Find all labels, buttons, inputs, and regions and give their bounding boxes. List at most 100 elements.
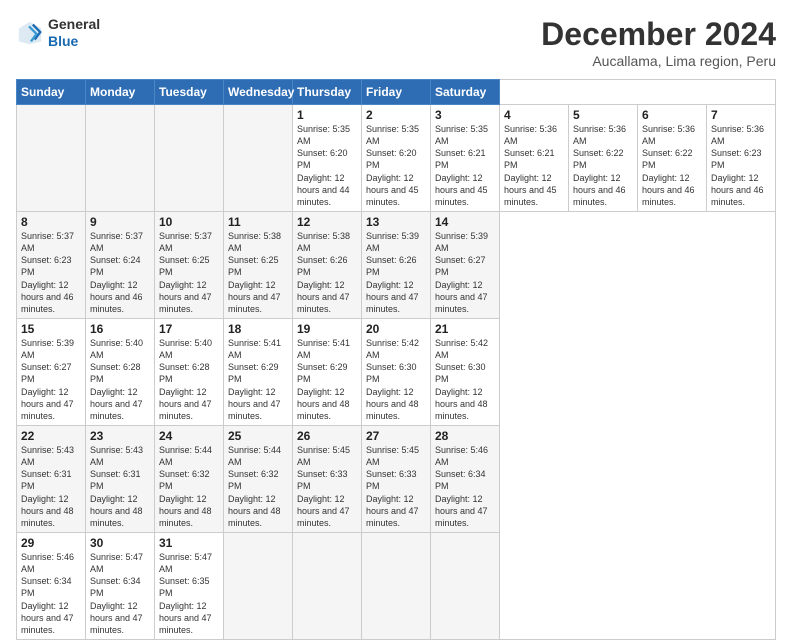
- day-info: Sunrise: 5:40 AM Sunset: 6:28 PM Dayligh…: [159, 337, 219, 422]
- calendar-cell: [293, 532, 362, 639]
- calendar-cell: [155, 105, 224, 212]
- calendar-cell: 29 Sunrise: 5:46 AM Sunset: 6:34 PM Dayl…: [17, 532, 86, 639]
- page: General Blue December 2024 Aucallama, Li…: [0, 0, 792, 612]
- day-number: 16: [90, 322, 150, 336]
- day-info: Sunrise: 5:43 AM Sunset: 6:31 PM Dayligh…: [90, 444, 150, 529]
- calendar-table: SundayMondayTuesdayWednesdayThursdayFrid…: [16, 79, 776, 640]
- day-info: Sunrise: 5:44 AM Sunset: 6:32 PM Dayligh…: [159, 444, 219, 529]
- calendar-cell: 9 Sunrise: 5:37 AM Sunset: 6:24 PM Dayli…: [86, 211, 155, 318]
- logo: General Blue: [16, 16, 100, 50]
- calendar-cell: 22 Sunrise: 5:43 AM Sunset: 6:31 PM Dayl…: [17, 425, 86, 532]
- day-info: Sunrise: 5:36 AM Sunset: 6:22 PM Dayligh…: [573, 123, 633, 208]
- day-number: 19: [297, 322, 357, 336]
- calendar-week-5: 29 Sunrise: 5:46 AM Sunset: 6:34 PM Dayl…: [17, 532, 776, 639]
- calendar-header-monday: Monday: [86, 80, 155, 105]
- calendar-cell: [431, 532, 500, 639]
- calendar-cell: 21 Sunrise: 5:42 AM Sunset: 6:30 PM Dayl…: [431, 318, 500, 425]
- day-info: Sunrise: 5:46 AM Sunset: 6:34 PM Dayligh…: [435, 444, 495, 529]
- calendar-header-tuesday: Tuesday: [155, 80, 224, 105]
- day-info: Sunrise: 5:35 AM Sunset: 6:20 PM Dayligh…: [297, 123, 357, 208]
- day-number: 28: [435, 429, 495, 443]
- logo-text: General Blue: [48, 16, 100, 50]
- day-info: Sunrise: 5:41 AM Sunset: 6:29 PM Dayligh…: [297, 337, 357, 422]
- day-info: Sunrise: 5:45 AM Sunset: 6:33 PM Dayligh…: [366, 444, 426, 529]
- day-number: 17: [159, 322, 219, 336]
- calendar-cell: 10 Sunrise: 5:37 AM Sunset: 6:25 PM Dayl…: [155, 211, 224, 318]
- header: General Blue December 2024 Aucallama, Li…: [16, 16, 776, 69]
- calendar-cell: 2 Sunrise: 5:35 AM Sunset: 6:20 PM Dayli…: [362, 105, 431, 212]
- day-info: Sunrise: 5:39 AM Sunset: 6:26 PM Dayligh…: [366, 230, 426, 315]
- calendar-cell: 12 Sunrise: 5:38 AM Sunset: 6:26 PM Dayl…: [293, 211, 362, 318]
- day-info: Sunrise: 5:43 AM Sunset: 6:31 PM Dayligh…: [21, 444, 81, 529]
- day-number: 1: [297, 108, 357, 122]
- calendar-cell: 7 Sunrise: 5:36 AM Sunset: 6:23 PM Dayli…: [707, 105, 776, 212]
- day-info: Sunrise: 5:45 AM Sunset: 6:33 PM Dayligh…: [297, 444, 357, 529]
- day-info: Sunrise: 5:38 AM Sunset: 6:26 PM Dayligh…: [297, 230, 357, 315]
- day-number: 5: [573, 108, 633, 122]
- calendar-week-1: 1 Sunrise: 5:35 AM Sunset: 6:20 PM Dayli…: [17, 105, 776, 212]
- day-number: 29: [21, 536, 81, 550]
- day-info: Sunrise: 5:38 AM Sunset: 6:25 PM Dayligh…: [228, 230, 288, 315]
- calendar-cell: 5 Sunrise: 5:36 AM Sunset: 6:22 PM Dayli…: [569, 105, 638, 212]
- day-number: 6: [642, 108, 702, 122]
- logo-line2: Blue: [48, 33, 100, 50]
- logo-line1: General: [48, 16, 100, 33]
- calendar-cell: 8 Sunrise: 5:37 AM Sunset: 6:23 PM Dayli…: [17, 211, 86, 318]
- day-number: 4: [504, 108, 564, 122]
- day-info: Sunrise: 5:36 AM Sunset: 6:21 PM Dayligh…: [504, 123, 564, 208]
- day-info: Sunrise: 5:36 AM Sunset: 6:23 PM Dayligh…: [711, 123, 771, 208]
- day-number: 2: [366, 108, 426, 122]
- calendar-cell: 20 Sunrise: 5:42 AM Sunset: 6:30 PM Dayl…: [362, 318, 431, 425]
- calendar-cell: 27 Sunrise: 5:45 AM Sunset: 6:33 PM Dayl…: [362, 425, 431, 532]
- calendar-cell: [224, 105, 293, 212]
- calendar-cell: 30 Sunrise: 5:47 AM Sunset: 6:34 PM Dayl…: [86, 532, 155, 639]
- calendar-header-friday: Friday: [362, 80, 431, 105]
- day-number: 27: [366, 429, 426, 443]
- calendar-cell: 4 Sunrise: 5:36 AM Sunset: 6:21 PM Dayli…: [500, 105, 569, 212]
- day-number: 14: [435, 215, 495, 229]
- day-info: Sunrise: 5:47 AM Sunset: 6:35 PM Dayligh…: [159, 551, 219, 636]
- calendar-cell: 17 Sunrise: 5:40 AM Sunset: 6:28 PM Dayl…: [155, 318, 224, 425]
- day-number: 7: [711, 108, 771, 122]
- day-info: Sunrise: 5:36 AM Sunset: 6:22 PM Dayligh…: [642, 123, 702, 208]
- calendar-cell: [86, 105, 155, 212]
- title-block: December 2024 Aucallama, Lima region, Pe…: [541, 16, 776, 69]
- day-info: Sunrise: 5:46 AM Sunset: 6:34 PM Dayligh…: [21, 551, 81, 636]
- day-number: 12: [297, 215, 357, 229]
- calendar-cell: [17, 105, 86, 212]
- day-number: 10: [159, 215, 219, 229]
- day-number: 22: [21, 429, 81, 443]
- calendar-header-thursday: Thursday: [293, 80, 362, 105]
- day-number: 26: [297, 429, 357, 443]
- day-info: Sunrise: 5:40 AM Sunset: 6:28 PM Dayligh…: [90, 337, 150, 422]
- calendar-cell: 16 Sunrise: 5:40 AM Sunset: 6:28 PM Dayl…: [86, 318, 155, 425]
- day-info: Sunrise: 5:47 AM Sunset: 6:34 PM Dayligh…: [90, 551, 150, 636]
- calendar-cell: 13 Sunrise: 5:39 AM Sunset: 6:26 PM Dayl…: [362, 211, 431, 318]
- calendar-cell: 15 Sunrise: 5:39 AM Sunset: 6:27 PM Dayl…: [17, 318, 86, 425]
- calendar-cell: 19 Sunrise: 5:41 AM Sunset: 6:29 PM Dayl…: [293, 318, 362, 425]
- day-number: 8: [21, 215, 81, 229]
- day-info: Sunrise: 5:39 AM Sunset: 6:27 PM Dayligh…: [435, 230, 495, 315]
- calendar-cell: 26 Sunrise: 5:45 AM Sunset: 6:33 PM Dayl…: [293, 425, 362, 532]
- day-number: 11: [228, 215, 288, 229]
- day-info: Sunrise: 5:37 AM Sunset: 6:23 PM Dayligh…: [21, 230, 81, 315]
- day-number: 15: [21, 322, 81, 336]
- day-info: Sunrise: 5:42 AM Sunset: 6:30 PM Dayligh…: [366, 337, 426, 422]
- day-number: 18: [228, 322, 288, 336]
- calendar-cell: 1 Sunrise: 5:35 AM Sunset: 6:20 PM Dayli…: [293, 105, 362, 212]
- day-info: Sunrise: 5:39 AM Sunset: 6:27 PM Dayligh…: [21, 337, 81, 422]
- day-info: Sunrise: 5:41 AM Sunset: 6:29 PM Dayligh…: [228, 337, 288, 422]
- calendar-cell: 28 Sunrise: 5:46 AM Sunset: 6:34 PM Dayl…: [431, 425, 500, 532]
- calendar-cell: [224, 532, 293, 639]
- calendar-cell: 18 Sunrise: 5:41 AM Sunset: 6:29 PM Dayl…: [224, 318, 293, 425]
- calendar-week-3: 15 Sunrise: 5:39 AM Sunset: 6:27 PM Dayl…: [17, 318, 776, 425]
- calendar-cell: 3 Sunrise: 5:35 AM Sunset: 6:21 PM Dayli…: [431, 105, 500, 212]
- day-number: 20: [366, 322, 426, 336]
- day-number: 13: [366, 215, 426, 229]
- day-number: 31: [159, 536, 219, 550]
- calendar-header-sunday: Sunday: [17, 80, 86, 105]
- day-number: 9: [90, 215, 150, 229]
- subtitle: Aucallama, Lima region, Peru: [541, 53, 776, 69]
- main-title: December 2024: [541, 16, 776, 53]
- day-info: Sunrise: 5:42 AM Sunset: 6:30 PM Dayligh…: [435, 337, 495, 422]
